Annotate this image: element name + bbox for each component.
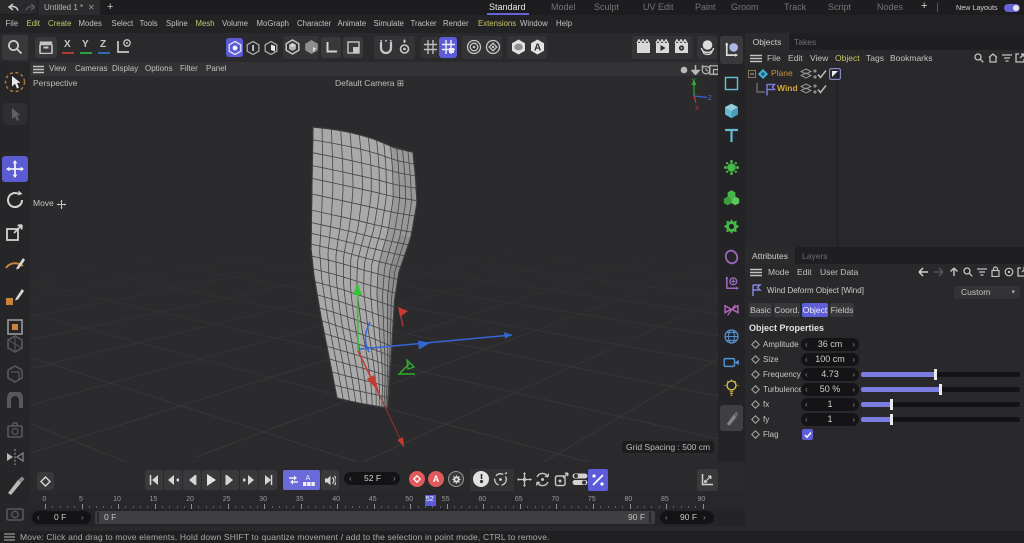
svg-text:X: X: [695, 106, 699, 112]
svg-text:A: A: [534, 43, 541, 54]
svg-text:Z: Z: [708, 96, 712, 102]
svg-text:Y: Y: [692, 79, 696, 85]
svg-text:A: A: [306, 475, 311, 482]
